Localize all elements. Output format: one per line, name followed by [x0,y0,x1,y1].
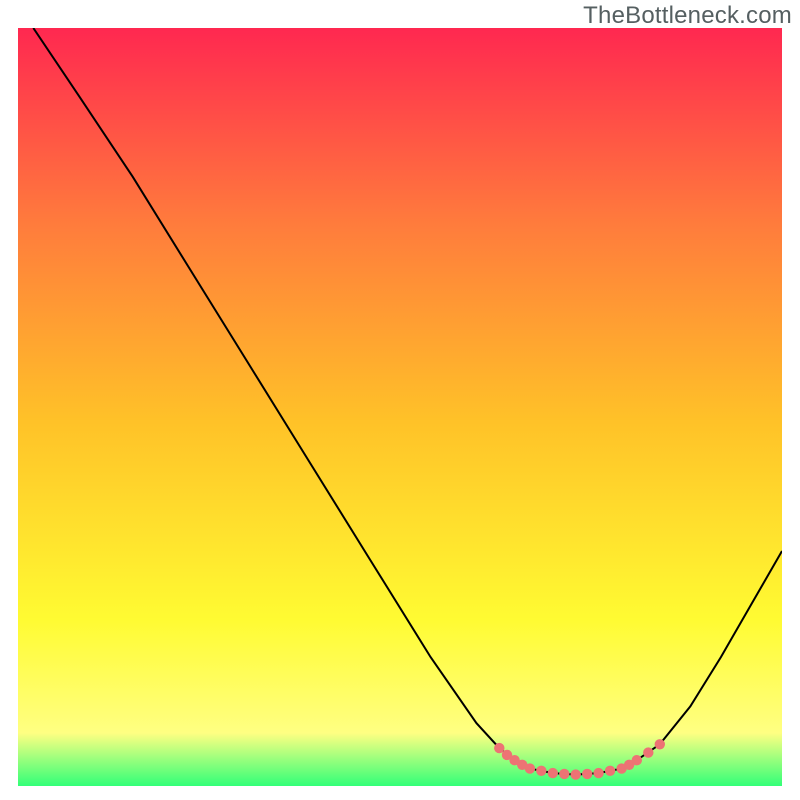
marker-dot [536,766,546,776]
marker-dot [525,763,535,773]
chart-svg [18,28,782,786]
chart-container: TheBottleneck.com [0,0,800,800]
marker-dot [655,739,665,749]
marker-dot [571,769,581,779]
marker-dot [632,755,642,765]
marker-dot [548,768,558,778]
marker-dot [559,769,569,779]
watermark-text: TheBottleneck.com [583,2,792,30]
plot-area [18,28,782,786]
marker-dot [643,747,653,757]
marker-dot [593,768,603,778]
marker-dot [605,766,615,776]
marker-dot [582,769,592,779]
gradient-backdrop [18,28,782,786]
